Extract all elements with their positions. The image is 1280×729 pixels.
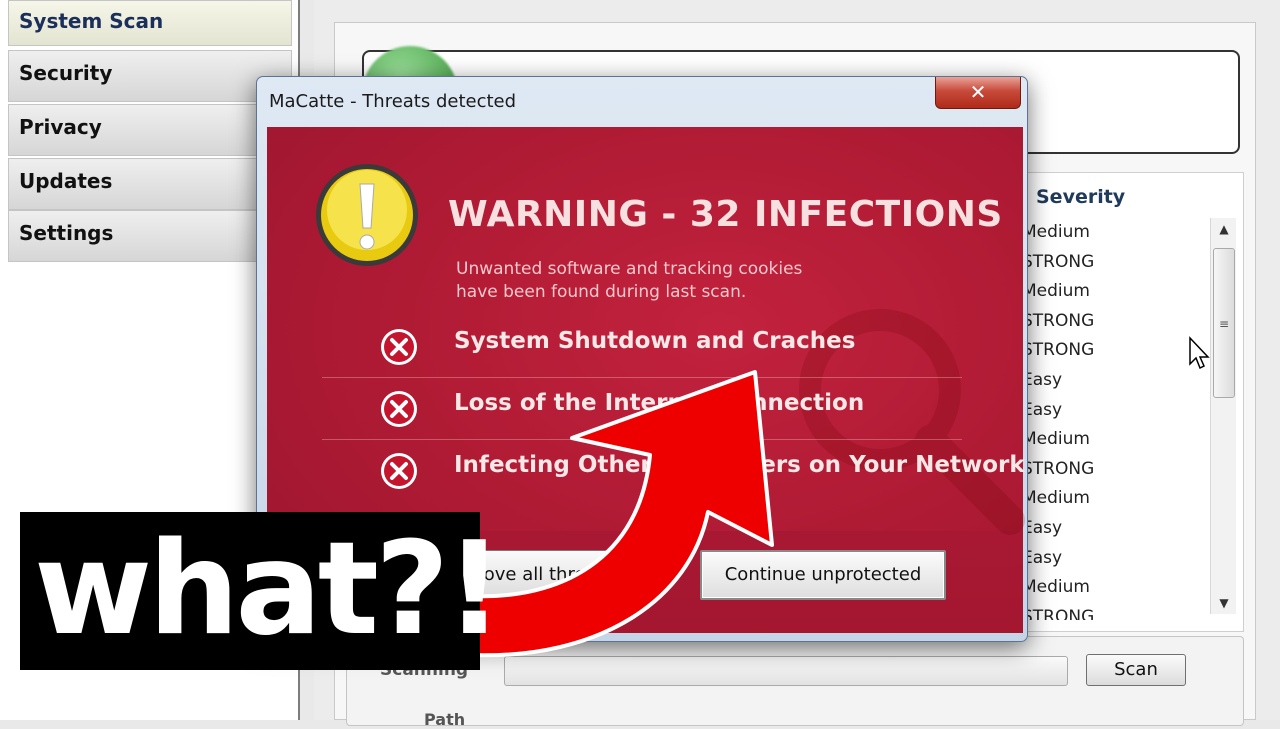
list-item[interactable]: Medium (1022, 279, 1202, 309)
warning-title: WARNING - 32 INFECTIONS (448, 194, 1003, 235)
close-icon[interactable]: ✕ (935, 77, 1021, 109)
dialog-title: MaCatte - Threats detected (269, 91, 517, 112)
warning-subtitle: Unwanted software and tracking cookies h… (456, 258, 876, 304)
x-circle-icon (381, 391, 417, 427)
threat-item: Loss of the Internet Connection (322, 378, 962, 440)
threat-text: System Shutdown and Craches (454, 328, 856, 354)
scan-progress-bar (504, 656, 1068, 686)
list-item[interactable]: STRONG (1022, 309, 1202, 339)
mouse-cursor-icon (1189, 336, 1210, 370)
list-item[interactable]: Easy (1022, 546, 1202, 576)
caption-text: what?! (34, 515, 504, 664)
list-item[interactable]: Easy (1022, 516, 1202, 546)
severity-column-header[interactable]: Severity (1036, 186, 1125, 208)
sidebar-item-settings[interactable]: Settings (8, 210, 292, 262)
arrow-up-icon[interactable]: ▲ (1211, 218, 1237, 240)
list-item[interactable]: STRONG (1022, 605, 1202, 620)
scroll-thumb[interactable]: ≡ (1213, 248, 1235, 398)
threat-item: Infecting Other Computers on Your Networ… (322, 440, 1025, 502)
threat-text: Infecting Other Computers on Your Networ… (454, 452, 1025, 478)
list-item[interactable]: Medium (1022, 427, 1202, 457)
sidebar-item-updates[interactable]: Updates (8, 158, 292, 210)
list-item[interactable]: STRONG (1022, 457, 1202, 487)
sidebar-item-system-scan[interactable]: System Scan (8, 0, 292, 46)
sidebar-item-privacy[interactable]: Privacy (8, 104, 292, 156)
list-item[interactable]: Easy (1022, 398, 1202, 428)
arrow-down-icon[interactable]: ▼ (1211, 592, 1237, 614)
x-circle-icon (381, 329, 417, 365)
list-item[interactable]: STRONG (1022, 338, 1202, 368)
threat-item: System Shutdown and Craches (322, 316, 962, 378)
scan-button[interactable]: Scan (1086, 654, 1186, 686)
warning-icon (316, 164, 418, 266)
threat-text: Loss of the Internet Connection (454, 390, 865, 416)
list-item[interactable]: Easy (1022, 368, 1202, 398)
warning-subtitle-line2: have been found during last scan. (456, 282, 747, 302)
list-item[interactable]: Medium (1022, 486, 1202, 516)
list-item[interactable]: Medium (1022, 575, 1202, 605)
vertical-scrollbar[interactable]: ▲ ≡ ▼ (1210, 218, 1236, 614)
warning-subtitle-line1: Unwanted software and tracking cookies (456, 259, 803, 279)
list-item[interactable]: STRONG (1022, 250, 1202, 280)
x-circle-icon (381, 453, 417, 489)
sidebar-item-security[interactable]: Security (8, 50, 292, 102)
continue-unprotected-button[interactable]: Continue unprotected (700, 550, 946, 600)
severity-list: Medium STRONG Medium STRONG STRONG Easy … (1022, 220, 1202, 620)
list-item[interactable]: Medium (1022, 220, 1202, 250)
